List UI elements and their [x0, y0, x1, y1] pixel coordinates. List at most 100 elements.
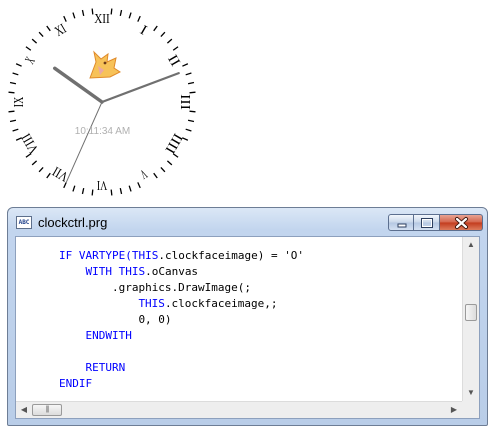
minute-tick: [91, 189, 94, 196]
minute-tick: [31, 160, 38, 166]
minute-tick: [128, 185, 132, 192]
code-line[interactable]: ENDIF: [59, 376, 92, 392]
minute-tick: [15, 63, 22, 67]
minute-tick: [25, 46, 32, 51]
minute-tick: [166, 38, 173, 44]
code-keyword: ENDIF: [59, 377, 93, 390]
minute-tick: [137, 15, 141, 22]
title-bar[interactable]: ABC clockctrl.prg: [8, 208, 487, 236]
minute-tick: [12, 72, 19, 76]
window-title: clockctrl.prg: [38, 215, 108, 230]
code-line[interactable]: ENDWITH: [85, 328, 131, 344]
hour-numeral: XII: [94, 12, 110, 27]
minute-tick: [119, 187, 123, 195]
scroll-right-arrow-icon[interactable]: ▶: [446, 402, 462, 418]
scroll-left-arrow-icon[interactable]: ◀: [16, 402, 32, 418]
code-text: 0, 0): [138, 313, 172, 326]
minute-tick: [166, 160, 173, 166]
hour-numeral: I: [137, 23, 149, 39]
maximize-icon: [421, 218, 433, 228]
minute-tick: [46, 25, 51, 32]
editor-window[interactable]: ABC clockctrl.prg IF VARTYPE(THIS.clockf…: [7, 207, 488, 426]
code-line[interactable]: THIS.clockfaceimage,;: [138, 296, 277, 312]
close-icon: [455, 217, 468, 229]
code-keyword: IF VARTYPE(: [59, 249, 132, 262]
minimize-icon: [397, 223, 407, 228]
code-keyword: THIS: [131, 249, 159, 262]
minute-tick: [31, 38, 38, 44]
hour-numeral: VIII: [19, 130, 43, 156]
minute-tick: [160, 31, 166, 38]
minute-tick: [119, 9, 123, 17]
horizontal-scrollbar[interactable]: ◀ ||| ▶: [16, 401, 462, 418]
code-text: .graphics.DrawImage(;: [111, 281, 252, 294]
hour-numeral: IX: [12, 97, 27, 107]
minute-tick: [187, 81, 195, 85]
minute-tick: [9, 81, 17, 85]
hour-numeral: III: [177, 94, 192, 110]
hour-numeral: X: [23, 55, 39, 67]
code-keyword: THIS: [138, 297, 165, 310]
hour-numeral: IIII: [161, 130, 185, 156]
minute-tick: [185, 128, 192, 132]
code-text: .oCanvas: [145, 265, 199, 278]
code-text: .clockfaceimage,;: [164, 297, 278, 310]
minute-tick: [91, 8, 94, 15]
minute-tick: [72, 12, 76, 19]
minute-tick: [8, 110, 15, 113]
vertical-scrollbar[interactable]: ▲ ▼: [462, 237, 479, 401]
minute-tick: [189, 110, 196, 113]
minute-tick: [81, 9, 85, 17]
hour-numeral: VII: [50, 163, 71, 184]
code-editor[interactable]: IF VARTYPE(THIS.clockfaceimage) = 'O' WIT…: [16, 237, 462, 401]
minute-tick: [110, 189, 113, 196]
minimize-button[interactable]: [388, 214, 414, 231]
minute-tick: [153, 25, 158, 32]
minute-tick: [137, 182, 141, 189]
maximize-button[interactable]: [414, 214, 440, 231]
second-hand: [65, 101, 103, 183]
minute-tick: [172, 46, 179, 51]
editor-client-area[interactable]: IF VARTYPE(THIS.clockfaceimage) = 'O' WIT…: [15, 236, 480, 419]
hour-numeral: II: [164, 53, 182, 70]
minute-tick: [72, 185, 76, 192]
app-icon[interactable]: ABC: [16, 216, 32, 229]
hour-numeral: VI: [97, 177, 108, 192]
code-keyword: WITH THIS: [85, 265, 146, 278]
minute-tick: [81, 187, 85, 195]
code-line[interactable]: 0, 0): [138, 312, 171, 328]
hour-numeral: V: [137, 165, 149, 181]
code-line[interactable]: RETURN: [85, 360, 125, 376]
code-line[interactable]: .graphics.DrawImage(;: [112, 280, 251, 296]
minute-tick: [110, 8, 113, 15]
minute-tick: [38, 166, 44, 173]
fox-logo-icon: [84, 48, 122, 84]
scroll-down-arrow-icon[interactable]: ▼: [463, 385, 479, 401]
minute-tick: [153, 172, 158, 179]
scroll-up-arrow-icon[interactable]: ▲: [463, 237, 479, 253]
minute-tick: [63, 15, 67, 22]
minute-tick: [182, 63, 189, 67]
analog-clock: XII I II III IIII V VI VII VIII IX X XI 10:11:34 AM: [0, 0, 210, 200]
close-button[interactable]: [440, 214, 483, 231]
minute-tick: [8, 91, 15, 94]
minute-tick: [12, 128, 19, 132]
code-keyword: ENDWITH: [85, 329, 132, 342]
horizontal-scroll-thumb[interactable]: |||: [32, 404, 62, 416]
clock-digital-time: 10:11:34 AM: [74, 126, 131, 137]
code-keyword: RETURN: [85, 361, 126, 374]
minute-tick: [9, 119, 17, 123]
minute-tick: [128, 12, 132, 19]
minute-tick: [189, 91, 196, 94]
minute-tick: [38, 31, 44, 38]
hour-numeral: XI: [53, 22, 70, 40]
code-line[interactable]: IF VARTYPE(THIS.clockfaceimage) = 'O': [59, 248, 304, 264]
minute-tick: [187, 119, 195, 123]
minute-tick: [160, 166, 166, 173]
size-grip[interactable]: [462, 401, 479, 418]
minute-tick: [46, 172, 51, 179]
code-line[interactable]: WITH THIS.oCanvas: [85, 264, 198, 280]
code-text: .clockfaceimage) = 'O': [158, 249, 305, 262]
clock-face: XIIIIIIIIIIIIVVIVIIVIIIIXXXI: [8, 8, 196, 196]
vertical-scroll-thumb[interactable]: [465, 304, 477, 321]
